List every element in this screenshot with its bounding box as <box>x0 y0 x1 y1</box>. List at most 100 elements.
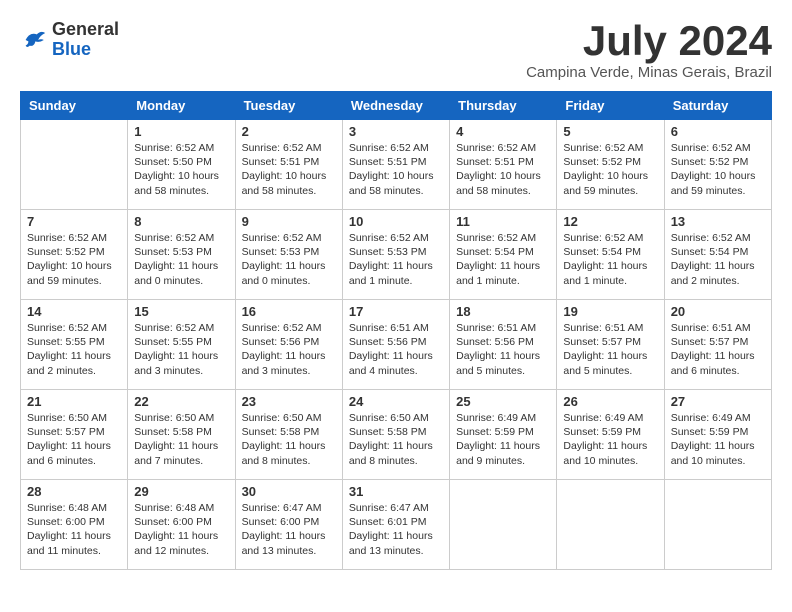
day-header-monday: Monday <box>128 92 235 120</box>
day-info: Sunrise: 6:52 AM Sunset: 5:50 PM Dayligh… <box>134 141 228 198</box>
day-number: 23 <box>242 394 336 409</box>
day-number: 20 <box>671 304 765 319</box>
calendar-cell <box>557 480 664 570</box>
day-number: 1 <box>134 124 228 139</box>
day-number: 24 <box>349 394 443 409</box>
week-row-3: 14 Sunrise: 6:52 AM Sunset: 5:55 PM Dayli… <box>21 300 772 390</box>
day-number: 18 <box>456 304 550 319</box>
day-info: Sunrise: 6:51 AM Sunset: 5:56 PM Dayligh… <box>349 321 443 378</box>
day-number: 28 <box>27 484 121 499</box>
day-info: Sunrise: 6:52 AM Sunset: 5:52 PM Dayligh… <box>27 231 121 288</box>
calendar-cell: 20Sunrise: 6:51 AM Sunset: 5:57 PM Dayli… <box>664 300 771 390</box>
day-number: 5 <box>563 124 657 139</box>
logo-bird-icon <box>20 26 48 54</box>
title-section: July 2024 Campina Verde, Minas Gerais, B… <box>526 20 772 81</box>
day-header-tuesday: Tuesday <box>235 92 342 120</box>
calendar-cell: 10 Sunrise: 6:52 AM Sunset: 5:53 PM Dayli… <box>342 210 449 300</box>
day-info: Sunrise: 6:52 AM Sunset: 5:54 PM Dayligh… <box>456 231 550 288</box>
day-info: Sunrise: 6:52 AM Sunset: 5:52 PM Dayligh… <box>671 141 765 198</box>
calendar-cell: 26Sunrise: 6:49 AM Sunset: 5:59 PM Dayli… <box>557 390 664 480</box>
day-number: 16 <box>242 304 336 319</box>
day-header-friday: Friday <box>557 92 664 120</box>
calendar-cell: 5 Sunrise: 6:52 AM Sunset: 5:52 PM Daylig… <box>557 120 664 210</box>
day-number: 4 <box>456 124 550 139</box>
day-number: 29 <box>134 484 228 499</box>
calendar-cell: 16 Sunrise: 6:52 AM Sunset: 5:56 PM Dayli… <box>235 300 342 390</box>
header-row: SundayMondayTuesdayWednesdayThursdayFrid… <box>21 92 772 120</box>
day-number: 30 <box>242 484 336 499</box>
calendar-cell: 9Sunrise: 6:52 AM Sunset: 5:53 PM Daylig… <box>235 210 342 300</box>
location-text: Campina Verde, Minas Gerais, Brazil <box>526 64 772 81</box>
day-info: Sunrise: 6:52 AM Sunset: 5:55 PM Dayligh… <box>27 321 121 378</box>
calendar-cell: 21Sunrise: 6:50 AM Sunset: 5:57 PM Dayli… <box>21 390 128 480</box>
day-info: Sunrise: 6:52 AM Sunset: 5:51 PM Dayligh… <box>456 141 550 198</box>
logo-general-text: General <box>52 19 119 39</box>
logo: General Blue <box>20 20 119 60</box>
day-info: Sunrise: 6:48 AM Sunset: 6:00 PM Dayligh… <box>27 501 121 558</box>
calendar-cell: 13Sunrise: 6:52 AM Sunset: 5:54 PM Dayli… <box>664 210 771 300</box>
calendar-cell: 8 Sunrise: 6:52 AM Sunset: 5:53 PM Daylig… <box>128 210 235 300</box>
calendar-cell <box>450 480 557 570</box>
day-number: 25 <box>456 394 550 409</box>
calendar-cell: 31 Sunrise: 6:47 AM Sunset: 6:01 PM Dayli… <box>342 480 449 570</box>
day-info: Sunrise: 6:52 AM Sunset: 5:55 PM Dayligh… <box>134 321 228 378</box>
calendar-cell: 27 Sunrise: 6:49 AM Sunset: 5:59 PM Dayli… <box>664 390 771 480</box>
calendar-cell: 22 Sunrise: 6:50 AM Sunset: 5:58 PM Dayli… <box>128 390 235 480</box>
day-info: Sunrise: 6:50 AM Sunset: 5:58 PM Dayligh… <box>134 411 228 468</box>
day-info: Sunrise: 6:52 AM Sunset: 5:53 PM Dayligh… <box>242 231 336 288</box>
calendar-cell: 3 Sunrise: 6:52 AM Sunset: 5:51 PM Daylig… <box>342 120 449 210</box>
day-info: Sunrise: 6:48 AM Sunset: 6:00 PM Dayligh… <box>134 501 228 558</box>
day-header-saturday: Saturday <box>664 92 771 120</box>
day-info: Sunrise: 6:50 AM Sunset: 5:58 PM Dayligh… <box>349 411 443 468</box>
day-info: Sunrise: 6:52 AM Sunset: 5:51 PM Dayligh… <box>242 141 336 198</box>
day-info: Sunrise: 6:47 AM Sunset: 6:01 PM Dayligh… <box>349 501 443 558</box>
day-number: 6 <box>671 124 765 139</box>
day-number: 10 <box>349 214 443 229</box>
day-info: Sunrise: 6:52 AM Sunset: 5:56 PM Dayligh… <box>242 321 336 378</box>
day-info: Sunrise: 6:52 AM Sunset: 5:51 PM Dayligh… <box>349 141 443 198</box>
week-row-2: 7 Sunrise: 6:52 AM Sunset: 5:52 PM Daylig… <box>21 210 772 300</box>
calendar-cell: 14 Sunrise: 6:52 AM Sunset: 5:55 PM Dayli… <box>21 300 128 390</box>
day-number: 11 <box>456 214 550 229</box>
calendar-cell: 23 Sunrise: 6:50 AM Sunset: 5:58 PM Dayli… <box>235 390 342 480</box>
calendar-cell: 11 Sunrise: 6:52 AM Sunset: 5:54 PM Dayli… <box>450 210 557 300</box>
week-row-4: 21Sunrise: 6:50 AM Sunset: 5:57 PM Dayli… <box>21 390 772 480</box>
day-info: Sunrise: 6:51 AM Sunset: 5:57 PM Dayligh… <box>563 321 657 378</box>
calendar-cell: 2 Sunrise: 6:52 AM Sunset: 5:51 PM Daylig… <box>235 120 342 210</box>
day-number: 27 <box>671 394 765 409</box>
day-header-wednesday: Wednesday <box>342 92 449 120</box>
day-info: Sunrise: 6:52 AM Sunset: 5:54 PM Dayligh… <box>563 231 657 288</box>
day-info: Sunrise: 6:52 AM Sunset: 5:53 PM Dayligh… <box>134 231 228 288</box>
day-number: 7 <box>27 214 121 229</box>
logo-text: General Blue <box>52 20 119 60</box>
day-number: 8 <box>134 214 228 229</box>
calendar-cell: 6 Sunrise: 6:52 AM Sunset: 5:52 PM Daylig… <box>664 120 771 210</box>
day-number: 2 <box>242 124 336 139</box>
day-info: Sunrise: 6:47 AM Sunset: 6:00 PM Dayligh… <box>242 501 336 558</box>
day-info: Sunrise: 6:52 AM Sunset: 5:52 PM Dayligh… <box>563 141 657 198</box>
day-number: 17 <box>349 304 443 319</box>
month-title: July 2024 <box>526 20 772 62</box>
calendar-cell <box>21 120 128 210</box>
day-number: 14 <box>27 304 121 319</box>
calendar-cell: 29 Sunrise: 6:48 AM Sunset: 6:00 PM Dayli… <box>128 480 235 570</box>
day-info: Sunrise: 6:52 AM Sunset: 5:53 PM Dayligh… <box>349 231 443 288</box>
day-info: Sunrise: 6:49 AM Sunset: 5:59 PM Dayligh… <box>671 411 765 468</box>
day-info: Sunrise: 6:50 AM Sunset: 5:57 PM Dayligh… <box>27 411 121 468</box>
week-row-1: 1 Sunrise: 6:52 AM Sunset: 5:50 PM Daylig… <box>21 120 772 210</box>
day-number: 22 <box>134 394 228 409</box>
calendar-cell: 18Sunrise: 6:51 AM Sunset: 5:56 PM Dayli… <box>450 300 557 390</box>
page-header: General Blue July 2024 Campina Verde, Mi… <box>20 20 772 81</box>
calendar-cell: 25 Sunrise: 6:49 AM Sunset: 5:59 PM Dayli… <box>450 390 557 480</box>
day-number: 15 <box>134 304 228 319</box>
day-info: Sunrise: 6:49 AM Sunset: 5:59 PM Dayligh… <box>456 411 550 468</box>
day-info: Sunrise: 6:50 AM Sunset: 5:58 PM Dayligh… <box>242 411 336 468</box>
calendar-cell <box>664 480 771 570</box>
day-number: 31 <box>349 484 443 499</box>
calendar-cell: 30 Sunrise: 6:47 AM Sunset: 6:00 PM Dayli… <box>235 480 342 570</box>
day-header-sunday: Sunday <box>21 92 128 120</box>
day-info: Sunrise: 6:49 AM Sunset: 5:59 PM Dayligh… <box>563 411 657 468</box>
calendar-cell: 17 Sunrise: 6:51 AM Sunset: 5:56 PM Dayli… <box>342 300 449 390</box>
day-number: 3 <box>349 124 443 139</box>
week-row-5: 28 Sunrise: 6:48 AM Sunset: 6:00 PM Dayli… <box>21 480 772 570</box>
